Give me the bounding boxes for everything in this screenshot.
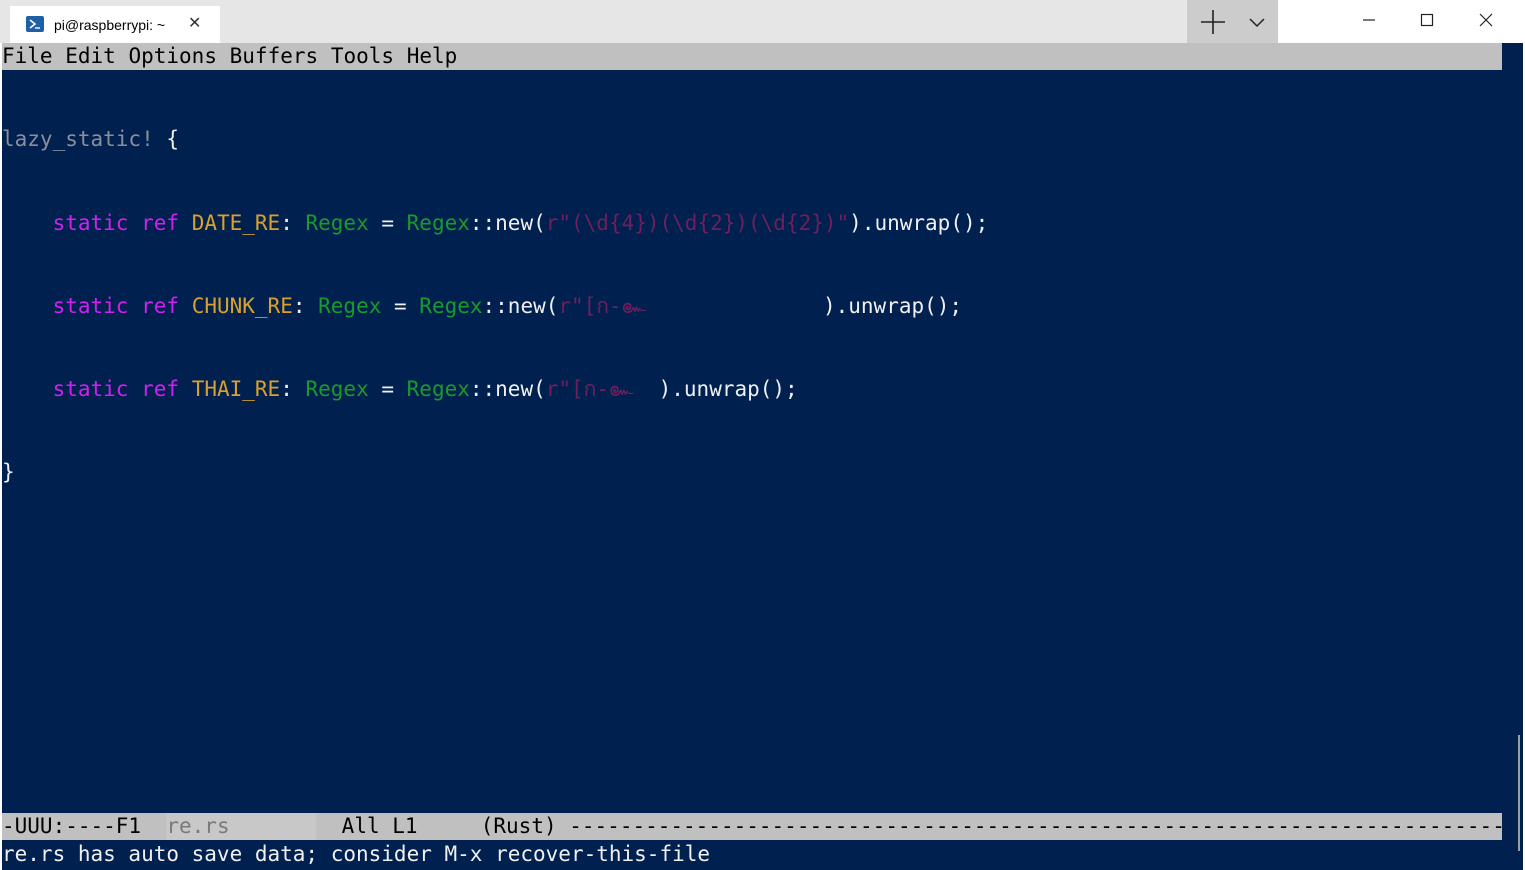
code-token: } — [2, 459, 15, 484]
terminal-tab[interactable]: pi@raspberrypi: ~ ✕ — [10, 6, 220, 43]
modeline-status: -UUU:----F1 — [2, 814, 167, 838]
close-window-icon[interactable] — [1474, 8, 1498, 32]
code-token: static — [52, 376, 129, 401]
scrollbar-thumb[interactable] — [1518, 735, 1520, 851]
menu-tools[interactable]: Tools — [331, 44, 394, 68]
code-token: : — [280, 210, 306, 235]
code-token: CHUNK_RE — [191, 293, 293, 318]
code-token: ref — [141, 376, 180, 401]
code-token: r"[ก-๛ — [558, 293, 646, 318]
maximize-icon[interactable] — [1415, 8, 1439, 32]
new-tab-plus-icon[interactable] — [1197, 6, 1229, 38]
code-token: = — [368, 210, 407, 235]
code-token: : — [280, 376, 306, 401]
code-token: ref — [141, 210, 180, 235]
code-token: Regex — [406, 376, 470, 401]
echo-message: re.rs has auto save data; consider M-x r… — [2, 842, 711, 866]
emacs-menubar: File Edit Options Buffers Tools Help — [2, 43, 1502, 70]
code-token: = — [368, 376, 407, 401]
code-token: ref — [141, 293, 180, 318]
code-token: { — [153, 127, 180, 152]
code-token: Regex — [318, 293, 382, 318]
code-editor[interactable]: lazy_static! { static ref DATE_RE: Regex… — [2, 71, 1502, 514]
code-token: : — [292, 293, 319, 318]
code-line: static ref CHUNK_RE: Regex = Regex::new(… — [2, 293, 1502, 321]
code-token: ::new( — [469, 210, 546, 235]
code-token: r"[ก-๛ — [545, 376, 634, 401]
code-token: = — [381, 293, 420, 318]
code-line: } — [2, 459, 1502, 487]
code-token: Regex — [419, 293, 483, 318]
code-token: ).unwrap(); — [822, 293, 963, 318]
modeline-position: All L1 — [341, 814, 418, 838]
menu-help[interactable]: Help — [407, 44, 458, 68]
echo-area: re.rs has auto save data; consider M-x r… — [2, 841, 1502, 868]
code-token: Regex — [305, 210, 369, 235]
code-token: THAI_RE — [191, 376, 281, 401]
menu-file[interactable]: File — [2, 44, 53, 68]
tab-title: pi@raspberrypi: ~ — [54, 17, 166, 33]
modeline-fill: ----------------------------------------… — [556, 814, 1505, 838]
menu-buffers[interactable]: Buffers — [230, 44, 319, 68]
modeline-major-mode[interactable]: (Rust) — [481, 814, 557, 838]
chevron-down-icon[interactable] — [1245, 10, 1269, 34]
code-token: Regex — [406, 210, 470, 235]
code-token: ::new( — [469, 376, 546, 401]
minimize-icon[interactable] — [1357, 8, 1381, 32]
code-token: DATE_RE — [191, 210, 281, 235]
code-line: static ref THAI_RE: Regex = Regex::new(r… — [2, 376, 1502, 404]
code-token: static — [52, 210, 129, 235]
menu-edit[interactable]: Edit — [65, 44, 116, 68]
code-line: static ref DATE_RE: Regex = Regex::new(r… — [2, 210, 1502, 238]
code-line: lazy_static! { — [2, 126, 1502, 154]
menu-options[interactable]: Options — [128, 44, 217, 68]
code-token: ::new( — [482, 293, 559, 318]
code-token: ).unwrap(); — [849, 210, 989, 235]
mode-line: -UUU:----F1 re.rs All L1 (Rust) --------… — [2, 813, 1505, 840]
modeline-buffer-name[interactable]: re.rs — [166, 813, 317, 840]
code-token: lazy_static! — [2, 127, 154, 152]
code-token: static — [52, 293, 129, 318]
code-token: ).unwrap(); — [658, 376, 798, 401]
powershell-icon — [26, 16, 44, 32]
tab-close-icon[interactable]: ✕ — [188, 13, 201, 33]
code-token: Regex — [305, 376, 369, 401]
code-token: r"(\d{4})(\d{2})(\d{2})" — [545, 210, 850, 235]
